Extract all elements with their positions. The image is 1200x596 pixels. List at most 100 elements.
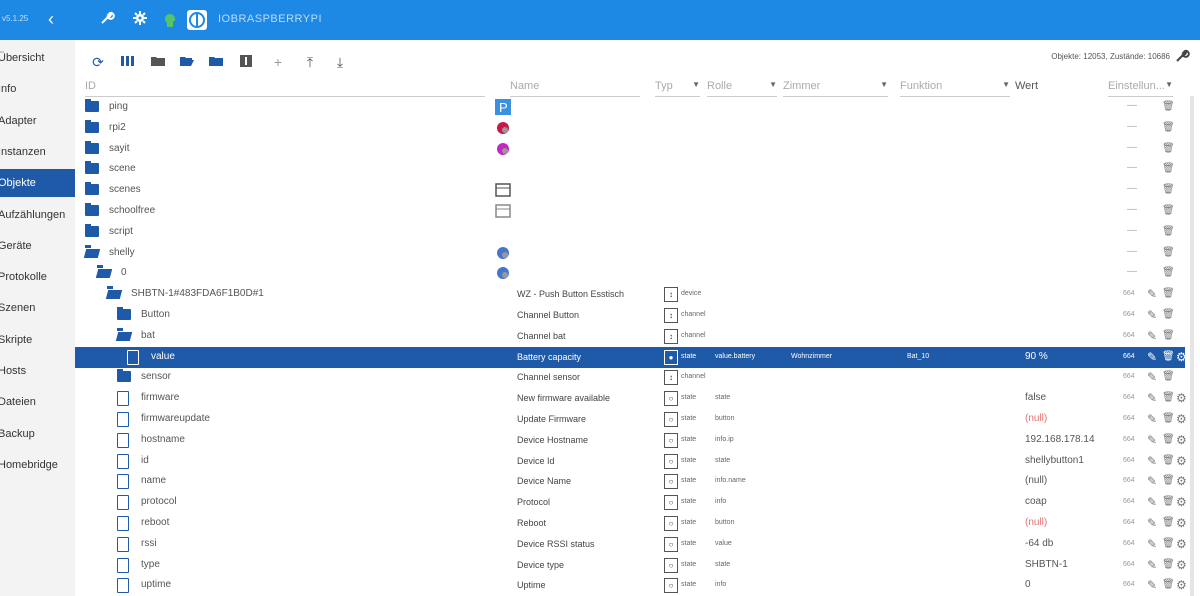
delete-icon[interactable]: 🗑 [1162, 558, 1175, 572]
table-row[interactable]: SHBTN-1#483FDA6F1B0D#1 WZ - Push Button E… [75, 284, 1185, 305]
settings-wrench-icon[interactable] [1174, 48, 1190, 69]
edit-icon[interactable]: ✎ [1147, 495, 1157, 509]
sidebar-item[interactable]: Übersicht [0, 44, 75, 72]
sidebar-item[interactable]: Objekte [0, 169, 75, 198]
delete-icon[interactable]: 🗑 [1162, 246, 1175, 260]
table-row[interactable]: schoolfree — 🗑 [75, 201, 1185, 222]
delete-icon[interactable]: 🗑 [1162, 495, 1175, 509]
folder-collapse-icon[interactable] [207, 54, 225, 70]
edit-icon[interactable]: ✎ [1147, 287, 1157, 301]
delete-icon[interactable]: 🗑 [1162, 537, 1175, 551]
delete-icon[interactable]: 🗑 [1162, 100, 1175, 114]
table-row[interactable]: firmware New firmware available ○ state stat… [75, 388, 1187, 409]
row-value[interactable]: shellybutton1 [1025, 455, 1084, 466]
table-row[interactable]: Button Channel Button ↕ channel 664 ✎ 🗑 [75, 305, 1185, 326]
row-value[interactable]: (null) [1025, 413, 1047, 424]
delete-icon[interactable]: 🗑 [1162, 225, 1175, 239]
sidebar-item[interactable]: Instanzen [0, 138, 75, 166]
columns-icon[interactable] [119, 54, 137, 70]
sidebar-item[interactable]: Adapter [0, 107, 75, 135]
sidebar-item[interactable]: Skripte [0, 326, 75, 354]
refresh-icon[interactable]: ⟳ [89, 54, 107, 70]
column-header-name[interactable]: Name [510, 80, 640, 97]
edit-icon[interactable]: ✎ [1147, 433, 1157, 447]
delete-icon[interactable]: 🗑 [1162, 391, 1175, 405]
table-row[interactable]: name Device Name ○ state info.name (null) 664 ✎… [75, 471, 1187, 492]
sidebar-item[interactable]: Info [0, 75, 75, 103]
row-value[interactable]: (null) [1025, 517, 1047, 528]
table-row[interactable]: protocol Protocol ○ state info coap 664 ✎ 🗑 ⚙ [75, 492, 1187, 513]
iobroker-logo-icon[interactable] [187, 10, 207, 30]
delete-icon[interactable]: 🗑 [1162, 433, 1175, 447]
column-header-settings[interactable]: Einstellun... ▼ [1108, 80, 1173, 97]
sidebar-item[interactable]: Homebridge [0, 451, 75, 479]
edit-icon[interactable]: ✎ [1147, 391, 1157, 405]
sidebar-item[interactable]: Backup [0, 420, 75, 448]
table-row[interactable]: sensor Channel sensor ↕ channel 664 ✎ 🗑 [75, 367, 1185, 388]
delete-icon[interactable]: 🗑 [1162, 329, 1175, 343]
row-value[interactable]: 90 % [1025, 351, 1048, 362]
collapse-icon[interactable]: ‹ [48, 9, 54, 30]
folder-icon[interactable] [149, 54, 167, 70]
delete-icon[interactable]: 🗑 [1162, 474, 1175, 488]
edit-icon[interactable]: ✎ [1147, 370, 1157, 384]
gear-icon[interactable]: ⚙ [1176, 391, 1187, 405]
row-value[interactable]: 192.168.178.14 [1025, 434, 1095, 445]
edit-icon[interactable]: ✎ [1147, 537, 1157, 551]
table-row[interactable]: type Device type ○ state state SHBTN-1 664 ✎ 🗑 ⚙ [75, 555, 1187, 576]
add-icon[interactable]: + [269, 54, 287, 70]
delete-icon[interactable]: 🗑 [1162, 121, 1175, 135]
delete-icon[interactable]: 🗑 [1162, 204, 1175, 218]
table-row[interactable]: shelly — 🗑 [75, 243, 1185, 264]
delete-icon[interactable]: 🗑 [1162, 412, 1175, 426]
delete-icon[interactable]: 🗑 [1162, 266, 1175, 280]
delete-icon[interactable]: 🗑 [1162, 287, 1175, 301]
delete-icon[interactable]: 🗑 [1162, 350, 1175, 364]
gear-icon[interactable]: ⚙ [1176, 454, 1187, 468]
edit-icon[interactable]: ✎ [1147, 412, 1157, 426]
table-row[interactable]: id Device Id ○ state state shellybutton1 664 ✎ 🗑… [75, 451, 1187, 472]
gear-icon[interactable]: ⚙ [1176, 537, 1187, 551]
table-row[interactable]: scene — 🗑 [75, 159, 1185, 180]
expand-level-icon[interactable] [237, 54, 255, 70]
column-header-function[interactable]: Funktion ▼ [900, 80, 1010, 97]
edit-icon[interactable]: ✎ [1147, 308, 1157, 322]
sidebar-item[interactable]: Aufzählungen [0, 201, 75, 229]
column-header-value[interactable]: Wert [1015, 80, 1095, 96]
gear-icon[interactable]: ⚙ [1176, 558, 1187, 572]
edit-icon[interactable]: ✎ [1147, 329, 1157, 343]
sidebar-item[interactable]: Hosts [0, 357, 75, 385]
user-head-icon[interactable] [161, 10, 181, 30]
edit-icon[interactable]: ✎ [1147, 516, 1157, 530]
row-value[interactable]: 0 [1025, 579, 1031, 590]
table-row[interactable]: firmwareupdate Update Firmware ○ state butto… [75, 409, 1187, 430]
table-row[interactable]: bat Channel bat ↕ channel 664 ✎ 🗑 [75, 326, 1185, 347]
delete-icon[interactable]: 🗑 [1162, 578, 1175, 592]
table-row[interactable]: rpi2 — 🗑 [75, 118, 1185, 139]
edit-icon[interactable]: ✎ [1147, 454, 1157, 468]
row-value[interactable]: coap [1025, 496, 1047, 507]
gear-icon[interactable]: ⚙ [1176, 495, 1187, 509]
table-row[interactable]: rssi Device RSSI status ○ state value -64 db 6… [75, 534, 1187, 555]
table-row[interactable]: scenes — 🗑 [75, 180, 1185, 201]
row-value[interactable]: SHBTN-1 [1025, 559, 1068, 570]
delete-icon[interactable]: 🗑 [1162, 454, 1175, 468]
edit-icon[interactable]: ✎ [1147, 558, 1157, 572]
table-row[interactable]: reboot Reboot ○ state button (null) 664 ✎ 🗑 ⚙ [75, 513, 1187, 534]
column-header-room[interactable]: Zimmer ▼ [783, 80, 888, 97]
table-row[interactable]: hostname Device Hostname ○ state info.ip 192.… [75, 430, 1187, 451]
table-row[interactable]: script — 🗑 [75, 222, 1185, 243]
edit-icon[interactable]: ✎ [1147, 474, 1157, 488]
download-icon[interactable]: ⤓ [331, 54, 349, 70]
column-header-type[interactable]: Typ ▼ [655, 80, 700, 97]
table-row[interactable]: uptime Uptime ○ state info 0 664 ✎ 🗑 ⚙ [75, 575, 1187, 596]
gear-icon[interactable]: ⚙ [1176, 433, 1187, 447]
gear-icon[interactable]: ⚙ [1176, 412, 1187, 426]
sidebar-item[interactable]: Geräte [0, 232, 75, 260]
upload-icon[interactable]: ⤒ [301, 54, 319, 70]
table-row[interactable]: value Battery capacity ● state value.battery… [75, 346, 1187, 368]
gear-icon[interactable]: ⚙ [1176, 578, 1187, 592]
table-row[interactable]: sayit — 🗑 [75, 139, 1185, 160]
edit-icon[interactable]: ✎ [1147, 578, 1157, 592]
column-header-role[interactable]: Rolle ▼ [707, 80, 777, 97]
